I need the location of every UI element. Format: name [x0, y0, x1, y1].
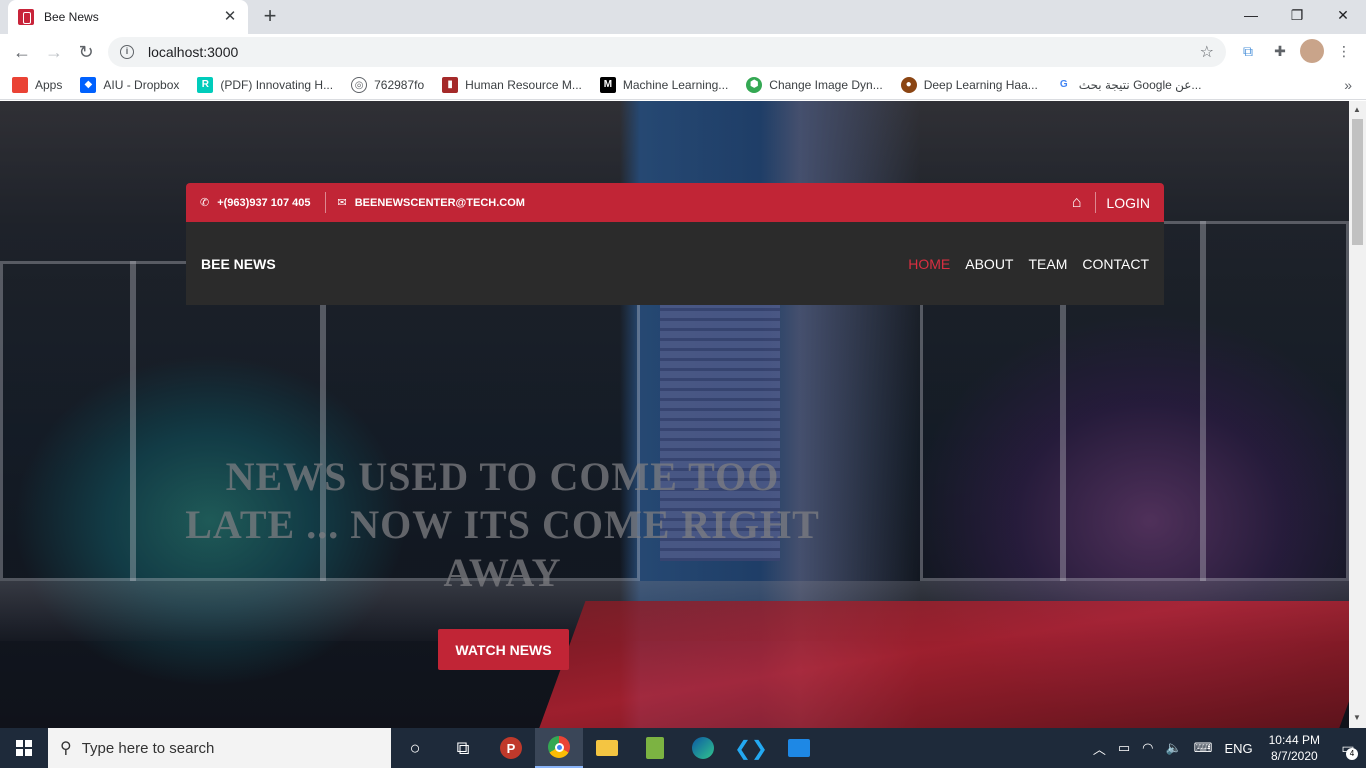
translate-extension-icon[interactable]: ⧉ — [1236, 39, 1260, 63]
notification-count: 4 — [1346, 748, 1358, 760]
phone-number: +(963)937 107 405 — [217, 196, 311, 209]
person-icon: ● — [900, 76, 917, 93]
nav-contact[interactable]: CONTACT — [1082, 256, 1149, 272]
researchgate-icon: R — [197, 76, 214, 93]
email-address: BEENEWSCENTER@TECH.COM — [354, 196, 525, 209]
watch-news-button[interactable]: WATCH NEWS — [438, 629, 569, 670]
search-placeholder: Type here to search — [81, 739, 215, 757]
battery-icon[interactable]: ▭ — [1118, 740, 1130, 756]
tab-title: Bee News — [44, 10, 99, 24]
bookmark-762987fo[interactable]: ◎ 762987fo — [351, 76, 424, 93]
tab-close-icon[interactable]: ✕ — [222, 9, 238, 25]
volume-icon[interactable]: 🔈 — [1166, 740, 1182, 756]
browser-tabstrip: Bee News ✕ + — ❐ ✕ — [0, 0, 1366, 34]
windows-taskbar: ⚲ Type here to search ○ ⧉ P ❮❯ ︿ ▭ ◠ 🔈 ⌨… — [0, 728, 1366, 768]
system-tray: ︿ ▭ ◠ 🔈 ⌨ ENG 10:44 PM 8/7/2020 ▭ 4 — [1087, 728, 1366, 768]
minimize-button[interactable]: — — [1228, 0, 1274, 30]
close-window-button[interactable]: ✕ — [1320, 0, 1366, 30]
keyboard-icon[interactable]: ⌨ — [1194, 740, 1213, 756]
photos-app-icon[interactable] — [775, 728, 823, 768]
site-info-icon[interactable]: i — [120, 45, 134, 59]
bookmark-dropbox[interactable]: ◆ AIU - Dropbox — [80, 76, 179, 93]
bookmark-researchgate[interactable]: R (PDF) Innovating H... — [197, 76, 333, 93]
taskbar-clock[interactable]: 10:44 PM 8/7/2020 — [1269, 732, 1320, 764]
bookmarks-bar: Apps ◆ AIU - Dropbox R (PDF) Innovating H.… — [0, 70, 1366, 100]
site-navbar: BEE NEWS HOME ABOUT TEAM CONTACT — [186, 222, 1164, 305]
login-link[interactable]: LOGIN — [1106, 195, 1150, 211]
book-icon: ▮ — [442, 76, 459, 93]
search-icon: ⚲ — [60, 740, 72, 757]
topbar-divider — [324, 192, 326, 213]
site-brand[interactable]: BEE NEWS — [201, 256, 276, 272]
wifi-icon[interactable]: ◠ — [1142, 740, 1153, 756]
nav-home[interactable]: HOME — [908, 256, 950, 272]
tray-overflow-icon[interactable]: ︿ — [1093, 739, 1106, 758]
bookmark-star-icon[interactable]: ☆ — [1200, 42, 1214, 62]
clock-time: 10:44 PM — [1268, 733, 1320, 747]
hero-title: NEWS USED TO COME TOO LATE ... NOW ITS C… — [185, 454, 820, 595]
envelope-icon: ✉ — [337, 197, 347, 209]
address-bar[interactable]: i localhost:3000 ☆ — [108, 37, 1226, 67]
file-explorer-icon[interactable] — [583, 728, 631, 768]
phone-icon: ✆ — [200, 197, 210, 209]
phone-contact[interactable]: ✆ +(963)937 107 405 — [200, 196, 311, 210]
bookmark-google-search[interactable]: G نتيجة بحث Google عن... — [1055, 76, 1201, 93]
app-icon-p[interactable]: P — [487, 728, 535, 768]
medium-icon: M — [599, 76, 616, 93]
studio-desk — [534, 601, 1349, 728]
back-button[interactable]: ← — [6, 36, 38, 68]
browser-tab[interactable]: Bee News ✕ — [8, 0, 248, 34]
chrome-taskbar-icon[interactable] — [535, 728, 583, 768]
address-url[interactable]: localhost:3000 — [148, 44, 1200, 60]
hexagon-icon: ⬢ — [746, 76, 763, 93]
bookmark-deep-learning[interactable]: ● Deep Learning Haa... — [900, 76, 1038, 93]
windows-logo-icon — [16, 740, 32, 756]
google-icon: G — [1055, 76, 1072, 93]
notepad-app-icon[interactable] — [631, 728, 679, 768]
scroll-thumb[interactable] — [1352, 119, 1363, 245]
vscode-icon[interactable]: ❮❯ — [727, 728, 775, 768]
windows-start-button[interactable] — [0, 728, 48, 768]
extensions-puzzle-icon[interactable]: ✚ — [1268, 39, 1292, 63]
scroll-up-icon[interactable]: ▲ — [1353, 105, 1361, 114]
edge-browser-icon[interactable] — [679, 728, 727, 768]
browser-toolbar: ← → ↻ i localhost:3000 ☆ ⧉ ✚ ⋮ — [0, 34, 1366, 70]
language-indicator[interactable]: ENG — [1224, 741, 1252, 756]
bookmark-human-resource[interactable]: ▮ Human Resource M... — [442, 76, 582, 93]
forward-button[interactable]: → — [38, 36, 70, 68]
tab-favicon-icon — [18, 9, 34, 25]
bookmarks-overflow-icon[interactable]: » — [1344, 77, 1352, 93]
cortana-icon[interactable]: ○ — [391, 728, 439, 768]
window-frame-divider — [130, 261, 136, 581]
bookmark-change-image[interactable]: ⬢ Change Image Dyn... — [746, 76, 883, 93]
action-center-button[interactable]: ▭ 4 — [1330, 728, 1366, 768]
dropbox-icon: ◆ — [80, 76, 97, 93]
apps-grid-icon — [12, 76, 28, 93]
main-menu: HOME ABOUT TEAM CONTACT — [893, 256, 1149, 272]
new-tab-button[interactable]: + — [258, 5, 282, 29]
scroll-down-icon[interactable]: ▼ — [1353, 713, 1361, 722]
nav-about[interactable]: ABOUT — [965, 256, 1013, 272]
home-icon[interactable]: ⌂ — [1072, 194, 1082, 212]
email-contact[interactable]: ✉ BEENEWSCENTER@TECH.COM — [337, 196, 525, 210]
task-view-icon[interactable]: ⧉ — [439, 728, 487, 768]
nav-team[interactable]: TEAM — [1028, 256, 1067, 272]
bookmark-apps[interactable]: Apps — [12, 76, 62, 93]
topbar-divider — [1095, 192, 1097, 213]
taskbar-search-box[interactable]: ⚲ Type here to search — [48, 728, 391, 768]
bookmark-machine-learning[interactable]: M Machine Learning... — [599, 76, 728, 93]
page-viewport: ✆ +(963)937 107 405 ✉ BEENEWSCENTER@TECH… — [0, 101, 1349, 728]
restore-button[interactable]: ❐ — [1274, 0, 1320, 30]
reload-button[interactable]: ↻ — [70, 36, 102, 68]
site-topbar: ✆ +(963)937 107 405 ✉ BEENEWSCENTER@TECH… — [186, 183, 1164, 222]
profile-avatar[interactable] — [1300, 39, 1324, 63]
clock-date: 8/7/2020 — [1270, 749, 1318, 763]
window-frame-divider — [1200, 221, 1206, 581]
page-scrollbar[interactable]: ▲ ▼ — [1349, 101, 1366, 728]
globe-icon: ◎ — [351, 76, 368, 93]
chrome-menu-icon[interactable]: ⋮ — [1332, 39, 1356, 63]
